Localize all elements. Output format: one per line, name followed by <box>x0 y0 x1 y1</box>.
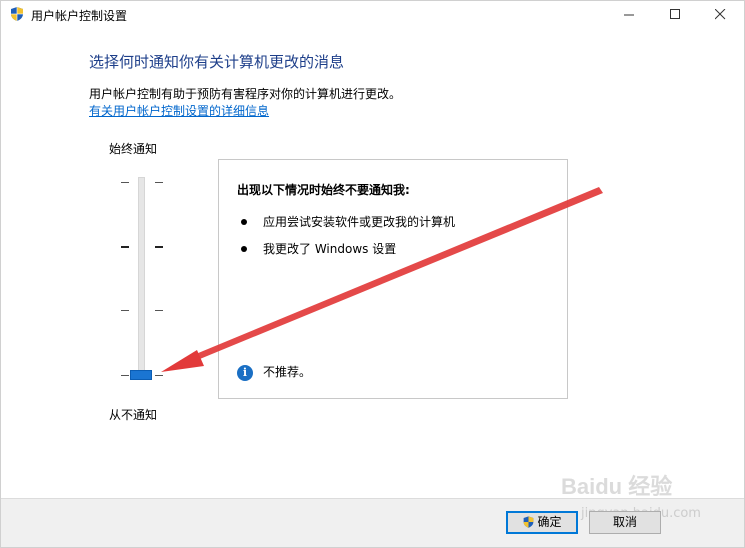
slider-tick <box>121 375 129 376</box>
notification-level-slider[interactable] <box>117 171 167 383</box>
maximize-button[interactable] <box>653 1 699 28</box>
slider-tick <box>155 246 163 248</box>
minimize-button[interactable] <box>607 1 653 28</box>
recommendation-text: 不推荐。 <box>263 365 312 379</box>
slider-tick <box>155 182 163 183</box>
slider-bottom-label: 从不通知 <box>109 408 158 422</box>
watermark: Baidu 经验 <box>561 474 673 499</box>
slider-tick <box>121 310 129 311</box>
panel-title: 出现以下情况时始终不要通知我: <box>237 183 410 197</box>
window-title: 用户帐户控制设置 <box>31 9 128 23</box>
ok-button[interactable]: 确定 <box>506 511 578 534</box>
bullet-text: 我更改了 Windows 设置 <box>263 242 397 256</box>
page-heading: 选择何时通知你有关计算机更改的消息 <box>89 53 345 71</box>
slider-tick <box>155 375 163 376</box>
slider-tick <box>155 310 163 311</box>
slider-tick <box>121 246 129 248</box>
cancel-button[interactable]: 取消 <box>589 511 661 534</box>
close-icon <box>715 9 726 20</box>
bullet-icon <box>241 218 247 225</box>
slider-thumb[interactable] <box>130 370 152 380</box>
slider-tick <box>121 182 129 183</box>
description-text: 用户帐户控制有助于预防有害程序对你的计算机进行更改。 <box>89 87 402 101</box>
bullet-text: 应用尝试安装软件或更改我的计算机 <box>263 215 456 229</box>
more-info-link[interactable]: 有关用户帐户控制设置的详细信息 <box>89 102 269 119</box>
info-icon: i <box>237 364 253 381</box>
level-description-panel: 出现以下情况时始终不要通知我: 应用尝试安装软件或更改我的计算机 我更改了 Wi… <box>218 159 568 399</box>
close-button[interactable] <box>698 1 744 28</box>
minimize-icon <box>624 14 634 16</box>
ok-button-label: 确定 <box>537 515 562 529</box>
slider-top-label: 始终通知 <box>109 142 158 156</box>
maximize-icon <box>670 9 680 19</box>
slider-track[interactable] <box>138 177 145 377</box>
list-item: 我更改了 Windows 设置 <box>241 240 396 257</box>
cancel-button-label: 取消 <box>612 515 637 529</box>
title-bar[interactable]: 用户帐户控制设置 <box>1 1 744 28</box>
shield-icon <box>524 515 534 528</box>
list-item: 应用尝试安装软件或更改我的计算机 <box>241 213 455 230</box>
uac-settings-window: 用户帐户控制设置 选择何时通知你有关计算机更改的消息 用户帐户控制有助于预防有害… <box>0 0 745 548</box>
recommendation-note: i 不推荐。 <box>237 363 311 381</box>
bullet-icon <box>241 245 247 252</box>
shield-icon <box>11 7 23 21</box>
